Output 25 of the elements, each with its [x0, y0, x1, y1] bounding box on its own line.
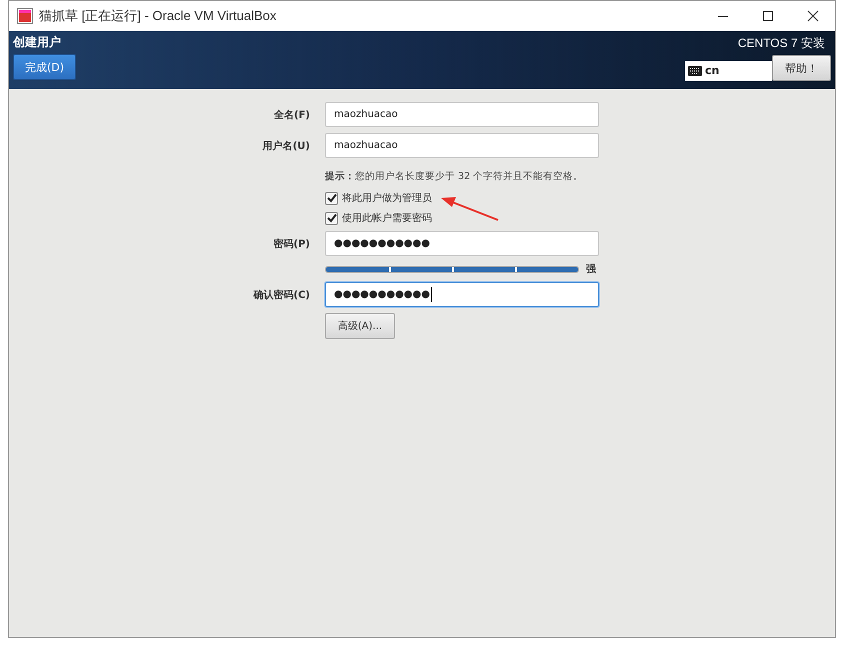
hint-text: 提示：您的用户名长度要少于 32 个字符并且不能有空格。: [325, 170, 584, 183]
field-label: 密码(P): [272, 238, 310, 250]
checkbox[interactable]: 使用此帐户需要密码: [325, 211, 599, 225]
checkbox[interactable]: 将此用户做为管理员: [325, 191, 599, 205]
help-button[interactable]: 帮助！: [772, 55, 831, 81]
field-label: 全名(F): [273, 108, 310, 122]
strength-label: 强: [586, 262, 596, 276]
input-field[interactable]: maozhuacao: [325, 102, 599, 127]
keyboard-layout-field[interactable]: cn: [685, 60, 772, 80]
app-icon: [17, 8, 33, 24]
field-label: 确认密码(C): [252, 288, 310, 302]
keyboard-icon: [688, 66, 702, 76]
window-title: 猫抓草 [正在运行] - Oracle VM VirtualBox: [39, 7, 276, 25]
input-field[interactable]: ●●●●●●●●●●●: [325, 231, 599, 256]
close-icon[interactable]: [807, 10, 819, 22]
annotation-arrow: [440, 196, 500, 222]
advanced-button[interactable]: 高级(A)...: [325, 313, 395, 339]
maximize-icon[interactable]: [762, 10, 774, 22]
done-button[interactable]: 完成(D): [13, 54, 76, 80]
input-field[interactable]: maozhuacao: [325, 133, 599, 158]
input-field[interactable]: ●●●●●●●●●●●: [325, 282, 599, 307]
product-title: CENTOS 7 安装: [738, 35, 825, 52]
field-label: 用户名(U): [262, 139, 310, 152]
page-title: 创建用户: [13, 34, 62, 51]
layout-code: cn: [705, 64, 720, 77]
